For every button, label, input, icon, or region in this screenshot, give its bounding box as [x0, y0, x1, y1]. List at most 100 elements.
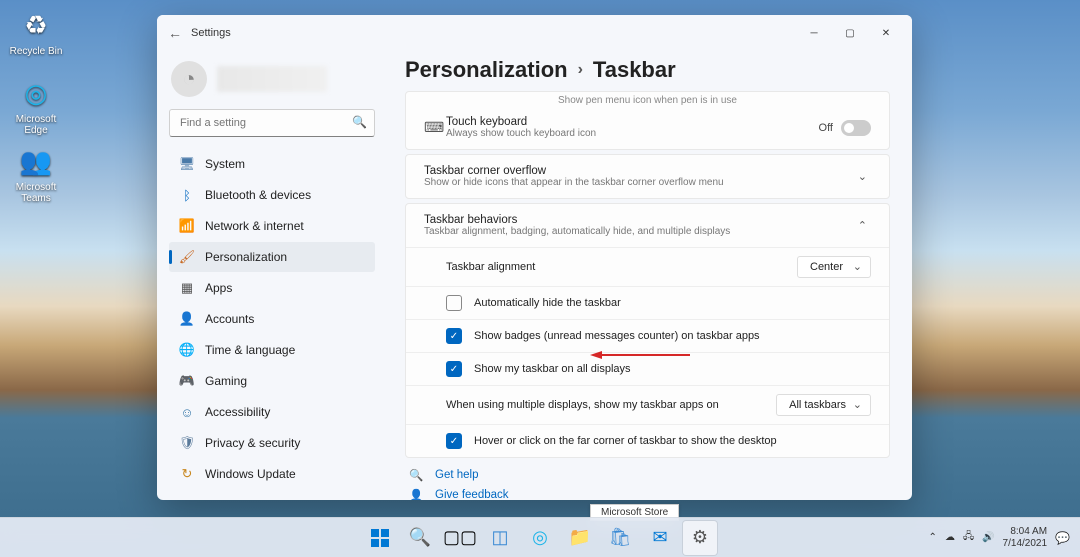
desktop-icon-edge[interactable]: ◎Microsoft Edge	[6, 74, 66, 136]
brush-icon: 🖌	[179, 249, 195, 265]
nav-network[interactable]: 📶Network & internet	[169, 211, 375, 241]
accessibility-icon: ☺	[179, 404, 195, 420]
multi-dropdown[interactable]: All taskbars	[776, 394, 871, 416]
explorer-button[interactable]: 📁	[563, 521, 597, 555]
badges-row[interactable]: ✓ Show badges (unread messages counter) …	[406, 320, 889, 353]
nav-accessibility[interactable]: ☺ Accessibility	[169, 397, 375, 427]
edge-icon: ◎	[17, 74, 55, 112]
nav-label: Accounts	[205, 312, 254, 326]
check-label: Hover or click on the far corner of task…	[474, 435, 777, 447]
minimize-button[interactable]: ─	[796, 19, 832, 47]
system-icon: 🖥	[179, 156, 195, 172]
nav-system[interactable]: 🖥 System	[169, 149, 375, 179]
desktop-icon-teams[interactable]: 👥Microsoft Teams	[6, 142, 66, 204]
nav-privacy[interactable]: 🛡Privacy & security	[169, 428, 375, 458]
nav-bluetooth[interactable]: ᛒBluetooth & devices	[169, 180, 375, 210]
desktop-icon-recycle-bin[interactable]: ♻ Recycle Bin	[6, 6, 66, 57]
chevron-down-icon: ⌄	[854, 170, 871, 183]
network-icon[interactable]: 🖧	[963, 529, 974, 546]
teams-icon: 👥	[17, 142, 55, 180]
help-icon: 🔍	[409, 468, 425, 482]
icon-label: Microsoft Teams	[6, 182, 66, 204]
touch-keyboard-row[interactable]: ⌨ Touch keyboard Always show touch keybo…	[406, 106, 889, 149]
icon-label: Microsoft Edge	[6, 114, 66, 136]
shield-icon: 🛡	[179, 435, 195, 451]
tray-chevron-icon[interactable]: ⌃	[929, 532, 937, 543]
give-feedback-link[interactable]: 👤 Give feedback	[409, 488, 886, 500]
window-title: Settings	[191, 27, 231, 39]
close-button[interactable]: ✕	[868, 19, 904, 47]
date-text: 7/14/2021	[1003, 538, 1048, 550]
user-name-redacted	[217, 66, 327, 92]
alignment-label: Taskbar alignment	[446, 261, 535, 273]
edge-button[interactable]: ◎	[523, 521, 557, 555]
alignment-dropdown[interactable]: Center	[797, 256, 871, 278]
maximize-button[interactable]: ▢	[832, 19, 868, 47]
apps-icon: ▦	[179, 280, 195, 296]
nav-update[interactable]: ↻Windows Update	[169, 459, 375, 489]
cutoff-text: Show pen menu icon when pen is in use	[406, 92, 889, 106]
get-help-link[interactable]: 🔍 Get help	[409, 468, 886, 482]
switch-off-icon	[841, 120, 871, 136]
user-block[interactable]: ◔	[169, 57, 375, 109]
clock[interactable]: 8:04 AM 7/14/2021	[1003, 526, 1048, 549]
all-displays-row[interactable]: ✓ Show my taskbar on all displays	[406, 353, 889, 386]
nav-label: Time & language	[205, 343, 295, 357]
settings-window: ← Settings ─ ▢ ✕ ◔ 🔍 🖥 System ᛒBluetooth …	[157, 15, 912, 500]
checkbox-checked-icon: ✓	[446, 328, 462, 344]
nav-label: Accessibility	[205, 405, 270, 419]
nav-apps[interactable]: ▦ Apps	[169, 273, 375, 303]
avatar: ◔	[171, 61, 207, 97]
nav-time[interactable]: 🌐Time & language	[169, 335, 375, 365]
volume-icon[interactable]: 🔊	[982, 532, 994, 543]
notifications-icon[interactable]: 💬	[1055, 531, 1070, 545]
nav-label: Windows Update	[205, 467, 296, 481]
search-icon: 🔍	[352, 115, 367, 129]
nav-label: Apps	[205, 281, 232, 295]
onedrive-icon[interactable]: ☁	[945, 532, 955, 543]
nav-label: Gaming	[205, 374, 247, 388]
nav-gaming[interactable]: 🎮 Gaming	[169, 366, 375, 396]
nav-personalization[interactable]: 🖌Personalization	[169, 242, 375, 272]
content-area: Personalization › Taskbar Show pen menu …	[387, 51, 912, 500]
search-input[interactable]	[169, 109, 375, 137]
checkbox-unchecked-icon	[446, 295, 462, 311]
nav-accounts[interactable]: 👤 Accounts	[169, 304, 375, 334]
search-button[interactable]: 🔍	[403, 521, 437, 555]
touch-keyboard-panel: Show pen menu icon when pen is in use ⌨ …	[405, 91, 890, 150]
wifi-icon: 📶	[179, 218, 195, 234]
store-button[interactable]: 🛍	[603, 521, 637, 555]
link-label: Get help	[435, 469, 478, 481]
row-title: Taskbar behaviors	[424, 214, 854, 226]
nav-list: 🖥 System ᛒBluetooth & devices 📶Network & …	[169, 149, 375, 489]
person-icon: 👤	[179, 311, 195, 327]
settings-button[interactable]: ⚙	[683, 521, 717, 555]
toggle-label: Off	[819, 122, 833, 134]
check-label: Show badges (unread messages counter) on…	[474, 330, 760, 342]
mail-button[interactable]: ✉	[643, 521, 677, 555]
link-label: Give feedback	[435, 489, 509, 500]
back-button[interactable]: ←	[165, 25, 185, 41]
nav-label: Bluetooth & devices	[205, 188, 311, 202]
icon-label: Recycle Bin	[6, 46, 66, 57]
behaviors-header[interactable]: Taskbar behaviors Taskbar alignment, bad…	[406, 204, 889, 248]
overflow-panel[interactable]: Taskbar corner overflow Show or hide ico…	[405, 154, 890, 199]
nav-label: System	[205, 157, 245, 171]
task-view-button[interactable]: ▢▢	[443, 521, 477, 555]
recycle-bin-icon: ♻	[17, 6, 55, 44]
taskbar-center: 🔍 ▢▢ ◫ ◎ 📁 🛍 ✉ ⚙	[363, 521, 717, 555]
row-subtitle: Taskbar alignment, badging, automaticall…	[424, 226, 854, 237]
multi-display-row: When using multiple displays, show my ta…	[406, 386, 889, 425]
autohide-row[interactable]: Automatically hide the taskbar	[406, 287, 889, 320]
breadcrumb-parent[interactable]: Personalization	[405, 57, 568, 83]
hover-corner-row[interactable]: ✓ Hover or click on the far corner of ta…	[406, 425, 889, 457]
gaming-icon: 🎮	[179, 373, 195, 389]
search-box: 🔍	[169, 109, 375, 137]
feedback-icon: 👤	[409, 488, 425, 500]
row-title: Taskbar corner overflow	[424, 165, 854, 177]
titlebar: ← Settings ─ ▢ ✕	[157, 15, 912, 51]
widgets-button[interactable]: ◫	[483, 521, 517, 555]
row-title: Touch keyboard	[446, 116, 819, 128]
start-button[interactable]	[363, 521, 397, 555]
touch-keyboard-toggle[interactable]: Off	[819, 120, 871, 136]
